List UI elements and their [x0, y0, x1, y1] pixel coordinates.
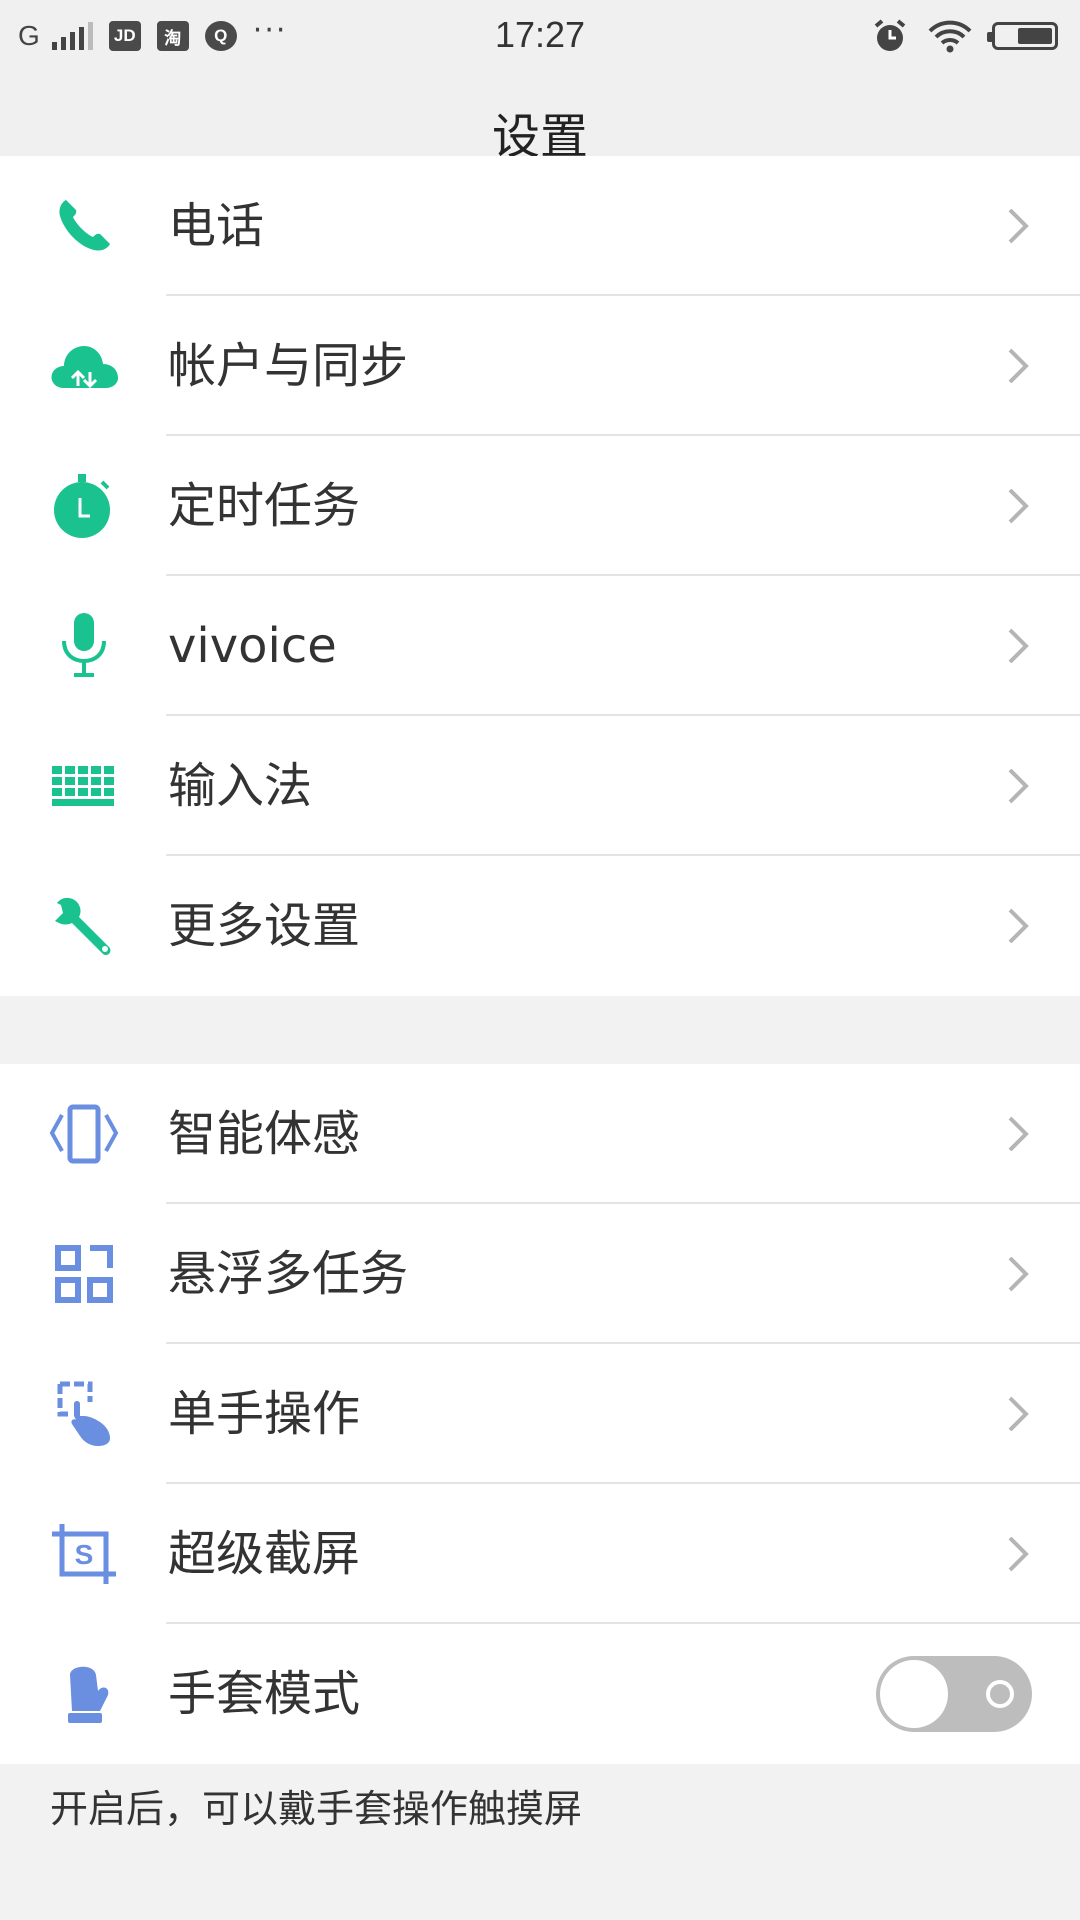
- toggle-knob: [880, 1660, 948, 1728]
- chevron-right-icon: [1008, 488, 1029, 524]
- timer-icon: [48, 472, 120, 540]
- glove-mode-toggle[interactable]: [876, 1656, 1032, 1732]
- chevron-right-icon: [1008, 1396, 1029, 1432]
- keyboard-icon: [48, 752, 120, 820]
- settings-item-label: 输入法: [168, 758, 313, 814]
- chevron-right-icon: [1008, 628, 1029, 664]
- settings-item-label: 智能体感: [168, 1106, 361, 1162]
- settings-item-label: 帐户与同步: [168, 338, 409, 394]
- settings-item-label: 手套模式: [168, 1666, 361, 1722]
- chevron-right-icon: [1008, 908, 1029, 944]
- glove-icon: [48, 1660, 120, 1728]
- settings-item-label: 悬浮多任务: [168, 1246, 409, 1302]
- chevron-right-icon: [1008, 1256, 1029, 1292]
- chevron-right-icon: [1008, 348, 1029, 384]
- settings-item-scheduled-tasks[interactable]: 定时任务: [0, 436, 1080, 576]
- settings-group-1: 电话 帐户与同步 定时任务 vivoice 输入法 更多设置: [0, 156, 1080, 996]
- microphone-icon: [48, 612, 120, 680]
- settings-item-label: 定时任务: [168, 478, 361, 534]
- settings-item-more-settings[interactable]: 更多设置: [0, 856, 1080, 996]
- settings-item-floating-multitask[interactable]: 悬浮多任务: [0, 1204, 1080, 1344]
- settings-item-account-sync[interactable]: 帐户与同步: [0, 296, 1080, 436]
- toggle-off-indicator: [986, 1680, 1014, 1708]
- chevron-right-icon: [1008, 208, 1029, 244]
- status-right: [872, 14, 1058, 58]
- one-hand-icon: [48, 1380, 120, 1448]
- settings-group-2: 智能体感 悬浮多任务 单手操作 S 超级截屏 手套模式: [0, 1064, 1080, 1764]
- chevron-right-icon: [1008, 768, 1029, 804]
- chevron-right-icon: [1008, 1536, 1029, 1572]
- screenshot-icon: S: [48, 1520, 120, 1588]
- wrench-icon: [48, 892, 120, 960]
- settings-item-label: 更多设置: [168, 898, 361, 954]
- wifi-icon: [928, 20, 972, 53]
- phone-icon: [48, 192, 120, 260]
- settings-item-label: vivoice: [168, 618, 337, 674]
- chevron-right-icon: [1008, 1116, 1029, 1152]
- settings-item-one-hand[interactable]: 单手操作: [0, 1344, 1080, 1484]
- settings-item-smart-motion[interactable]: 智能体感: [0, 1064, 1080, 1204]
- settings-item-super-screenshot[interactable]: S 超级截屏: [0, 1484, 1080, 1624]
- status-bar: G JD 淘 Q ··· 17:27: [0, 0, 1080, 70]
- settings-item-label: 单手操作: [168, 1386, 361, 1442]
- settings-item-input-method[interactable]: 输入法: [0, 716, 1080, 856]
- alarm-icon: [874, 19, 906, 51]
- settings-item-label: 超级截屏: [168, 1526, 361, 1582]
- motion-sense-icon: [48, 1100, 120, 1168]
- glove-mode-description: 开启后，可以戴手套操作触摸屏: [50, 1787, 583, 1831]
- settings-item-glove-mode[interactable]: 手套模式: [0, 1624, 1080, 1764]
- settings-item-label: 电话: [168, 198, 265, 254]
- battery-icon: [987, 22, 1058, 50]
- cloud-sync-icon: [48, 332, 120, 400]
- floating-multitask-icon: [48, 1240, 120, 1308]
- svg-text:S: S: [75, 1539, 94, 1570]
- settings-item-vivoice[interactable]: vivoice: [0, 576, 1080, 716]
- settings-item-phone[interactable]: 电话: [0, 156, 1080, 296]
